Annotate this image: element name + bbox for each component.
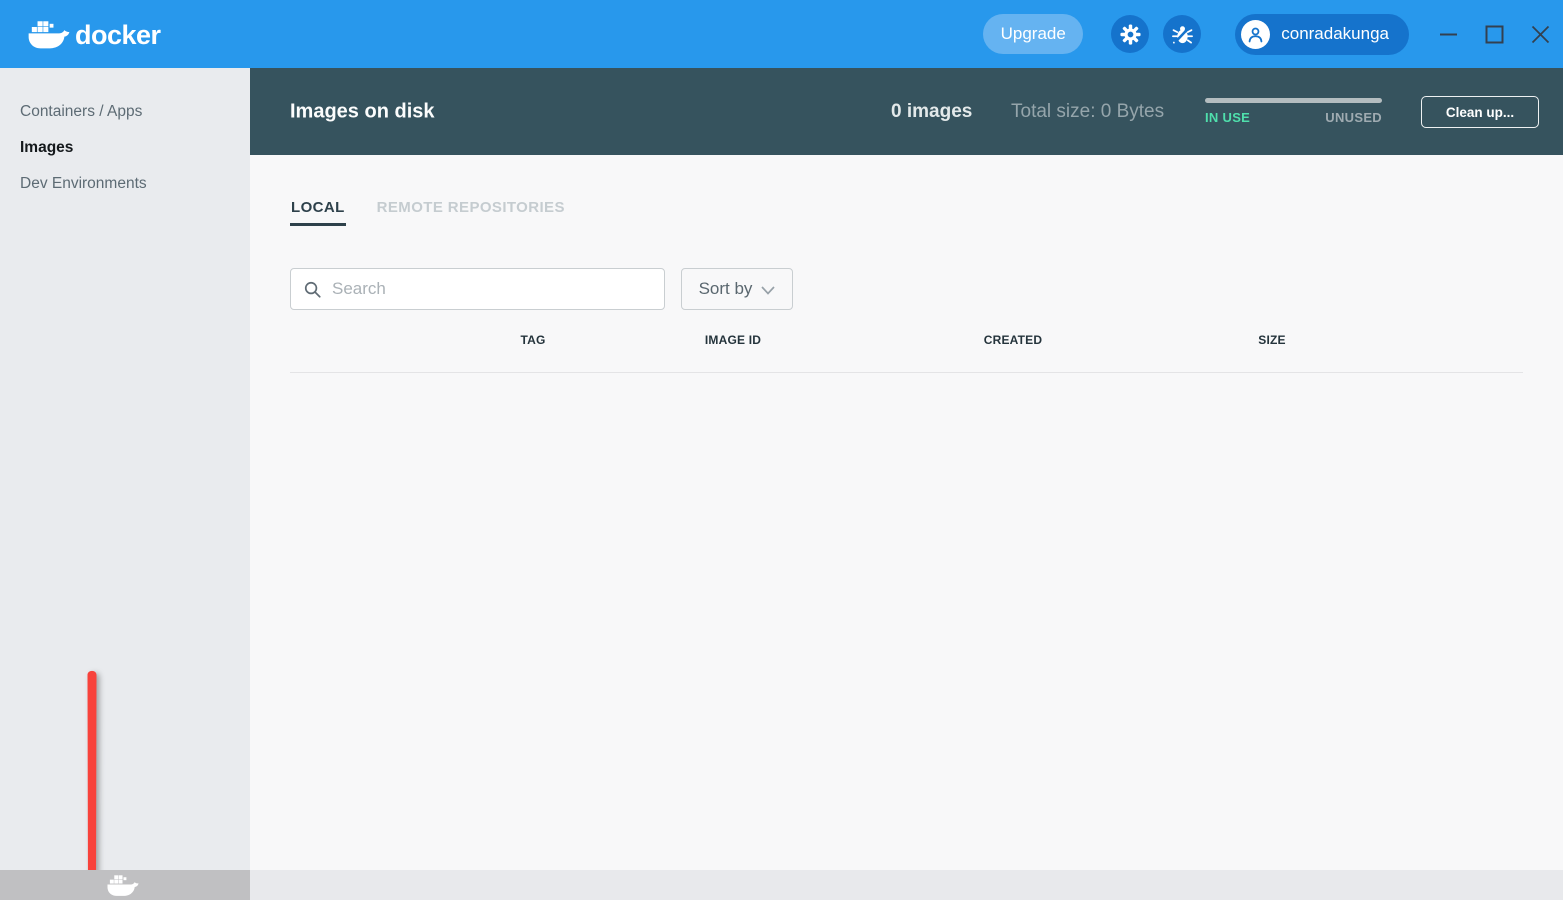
unused-label: UNUSED (1325, 110, 1382, 125)
upgrade-button[interactable]: Upgrade (983, 14, 1083, 54)
red-down-arrow-annotation (60, 663, 130, 900)
sort-by-label: Sort by (699, 279, 753, 299)
disk-usage-widget: IN USE UNUSED (1205, 98, 1382, 125)
docker-whale-icon (28, 17, 70, 51)
sidebar-item-dev-environments[interactable]: Dev Environments (0, 166, 250, 202)
user-avatar-icon (1241, 20, 1270, 49)
tab-remote-repositories[interactable]: REMOTE REPOSITORIES (376, 199, 566, 226)
docker-brand: docker (28, 17, 161, 51)
images-header: Images on disk 0 images Total size: 0 By… (250, 68, 1563, 155)
search-input[interactable] (332, 279, 652, 299)
sort-by-button[interactable]: Sort by (681, 268, 793, 310)
chevron-down-icon (761, 286, 775, 295)
close-button[interactable] (1517, 11, 1563, 57)
maximize-icon (1485, 25, 1504, 44)
page-title: Images on disk (290, 100, 435, 123)
minimize-button[interactable] (1425, 11, 1471, 57)
search-box[interactable] (290, 268, 665, 310)
search-icon (303, 280, 322, 299)
images-table-header: TAG IMAGE ID CREATED SIZE (250, 333, 1563, 351)
image-count: 0 images (891, 101, 972, 123)
sidebar-footer-whale-bar (0, 870, 250, 900)
tab-bar: LOCAL REMOTE REPOSITORIES (290, 199, 566, 226)
minimize-icon (1439, 25, 1458, 44)
images-main-panel: LOCAL REMOTE REPOSITORIES Sort by TAG IM… (250, 155, 1563, 870)
title-bar: docker Upgrade (0, 0, 1563, 68)
brand-wordmark: docker (75, 20, 161, 51)
images-toolbar: Sort by (290, 268, 793, 310)
account-button[interactable]: conradakunga (1235, 14, 1409, 55)
total-size: Total size: 0 Bytes (1011, 101, 1164, 123)
column-header-created: CREATED (984, 333, 1043, 347)
sidebar: Containers / Apps Images Dev Environment… (0, 68, 250, 870)
tab-local[interactable]: LOCAL (290, 199, 346, 226)
sidebar-item-images[interactable]: Images (0, 130, 250, 166)
column-header-tag: TAG (520, 333, 545, 347)
gear-icon (1119, 23, 1142, 46)
table-divider (290, 372, 1523, 373)
docker-whale-footer-icon[interactable] (107, 873, 139, 897)
bug-slash-icon (1171, 23, 1194, 46)
window-controls (1425, 11, 1563, 57)
sidebar-item-containers-apps[interactable]: Containers / Apps (0, 94, 250, 130)
usage-bar (1205, 98, 1382, 103)
column-header-image-id: IMAGE ID (705, 333, 761, 347)
settings-button[interactable] (1111, 15, 1149, 53)
clean-up-button[interactable]: Clean up... (1421, 96, 1539, 128)
column-header-size: SIZE (1258, 333, 1285, 347)
troubleshoot-button[interactable] (1163, 15, 1201, 53)
in-use-label: IN USE (1205, 110, 1250, 125)
close-icon (1531, 25, 1550, 44)
username-label: conradakunga (1281, 24, 1389, 44)
maximize-button[interactable] (1471, 11, 1517, 57)
status-bar (250, 870, 1563, 900)
